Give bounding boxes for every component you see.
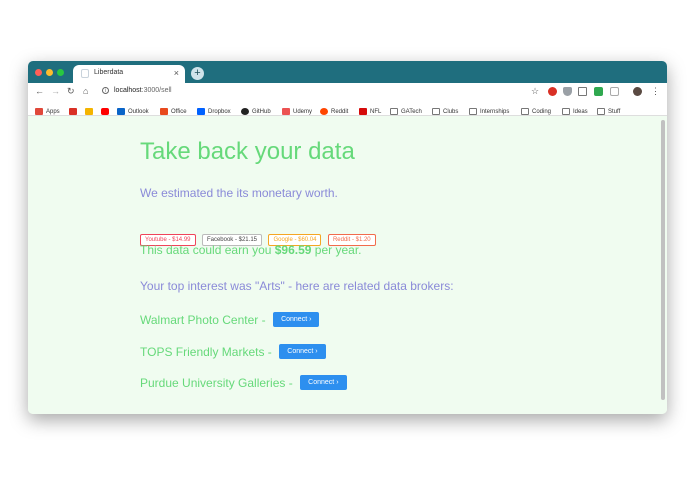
- bookmark-folder-coding[interactable]: Coding: [521, 103, 551, 116]
- extension-icon[interactable]: [594, 87, 603, 96]
- maximize-window-button[interactable]: [57, 69, 64, 76]
- bookmark-reddit[interactable]: Reddit: [320, 103, 348, 116]
- bookmark-outlook[interactable]: Outlook: [117, 103, 149, 116]
- bookmark-folder-internships[interactable]: Internships: [469, 103, 509, 116]
- apps-grid-icon: [35, 108, 43, 116]
- connect-button[interactable]: Connect ›: [300, 375, 347, 391]
- page-title: Take back your data: [140, 138, 355, 165]
- github-icon: [241, 108, 249, 116]
- folder-icon: [390, 108, 398, 116]
- url-path: :3000/sell: [141, 87, 172, 94]
- gmail-icon: [69, 108, 77, 116]
- close-window-button[interactable]: [35, 69, 42, 76]
- profile-avatar[interactable]: [633, 87, 642, 96]
- drive-icon: [85, 108, 93, 116]
- outlook-icon: [117, 108, 125, 116]
- minimize-window-button[interactable]: [46, 69, 53, 76]
- bookmark-gmail[interactable]: [69, 103, 80, 116]
- tab-title: Liberdata: [94, 69, 124, 76]
- forward-button[interactable]: →: [51, 86, 60, 96]
- bookmark-udemy[interactable]: Udemy: [282, 103, 312, 116]
- folder-icon: [597, 108, 605, 116]
- folder-icon: [562, 108, 570, 116]
- dropbox-icon: [197, 108, 205, 116]
- broker-row: TOPS Friendly Markets - Connect ›: [140, 343, 326, 361]
- shield-icon[interactable]: [563, 87, 572, 96]
- title-bar: Liberdata × +: [28, 61, 667, 83]
- bookmark-folder-gatech[interactable]: GATech: [390, 103, 422, 116]
- page-subtitle: We estimated the its monetary worth.: [140, 186, 338, 200]
- bookmark-youtube[interactable]: [101, 103, 112, 116]
- puzzle-icon[interactable]: [610, 87, 619, 96]
- address-bar[interactable]: localhost:3000/sell: [114, 87, 172, 94]
- url-host: localhost: [114, 87, 142, 94]
- folder-icon: [521, 108, 529, 116]
- earnings-amount: $96.59: [274, 243, 312, 257]
- star-icon[interactable]: ☆: [531, 87, 540, 96]
- scrollbar[interactable]: [661, 120, 665, 400]
- info-icon[interactable]: i: [102, 87, 109, 94]
- bookmark-drive[interactable]: [85, 103, 96, 116]
- bookmark-folder-stuff[interactable]: Stuff: [597, 103, 620, 116]
- top-interest-text: Your top interest was "Arts" - here are …: [140, 279, 454, 293]
- earnings-suffix: per year.: [311, 243, 362, 257]
- broker-row: Walmart Photo Center - Connect ›: [140, 311, 320, 329]
- browser-tab[interactable]: Liberdata ×: [73, 65, 185, 83]
- connect-button[interactable]: Connect ›: [279, 344, 326, 360]
- broker-name: Walmart Photo Center -: [140, 312, 266, 327]
- bookmark-folder-clubs[interactable]: Clubs: [432, 103, 458, 116]
- connect-button[interactable]: Connect ›: [273, 312, 320, 328]
- bookmarks-bar: Apps Outlook Office Dropbox GitHub Udemy…: [28, 100, 667, 116]
- reddit-icon: [320, 108, 328, 116]
- bookmark-apps[interactable]: Apps: [35, 103, 60, 116]
- bookmark-folder-ideas[interactable]: Ideas: [562, 103, 588, 116]
- office-icon: [160, 108, 168, 116]
- udemy-icon: [282, 108, 290, 116]
- folder-icon: [469, 108, 477, 116]
- bookmark-github[interactable]: GitHub: [241, 103, 271, 116]
- browser-toolbar: ← → ↻ ⌂ i localhost:3000/sell ☆ ⋮: [28, 83, 667, 100]
- new-tab-button[interactable]: +: [191, 67, 204, 80]
- folder-icon: [432, 108, 440, 116]
- browser-window: Liberdata × + ← → ↻ ⌂ i localhost:3000/s…: [28, 61, 667, 414]
- page-content: Take back your data We estimated the its…: [28, 116, 667, 414]
- cast-icon[interactable]: [578, 87, 587, 96]
- youtube-icon: [101, 108, 109, 116]
- earnings-prefix: This data could earn you: [140, 243, 275, 257]
- back-button[interactable]: ←: [35, 86, 44, 96]
- bookmark-dropbox[interactable]: Dropbox: [197, 103, 231, 116]
- broker-name: TOPS Friendly Markets -: [140, 344, 272, 359]
- tab-close-icon[interactable]: ×: [174, 68, 179, 78]
- nfl-icon: [359, 108, 367, 116]
- home-button[interactable]: ⌂: [83, 86, 88, 96]
- reload-button[interactable]: ↻: [67, 86, 75, 96]
- page-icon: [81, 69, 89, 78]
- menu-icon[interactable]: ⋮: [651, 87, 660, 96]
- adblock-icon[interactable]: [548, 87, 557, 96]
- bookmark-office[interactable]: Office: [160, 103, 187, 116]
- bookmark-nfl[interactable]: NFL: [359, 103, 381, 116]
- broker-name: Purdue University Galleries -: [140, 375, 293, 390]
- earnings-text: This data could earn you $96.59 per year…: [140, 243, 361, 257]
- broker-row: Purdue University Galleries - Connect ›: [140, 374, 347, 392]
